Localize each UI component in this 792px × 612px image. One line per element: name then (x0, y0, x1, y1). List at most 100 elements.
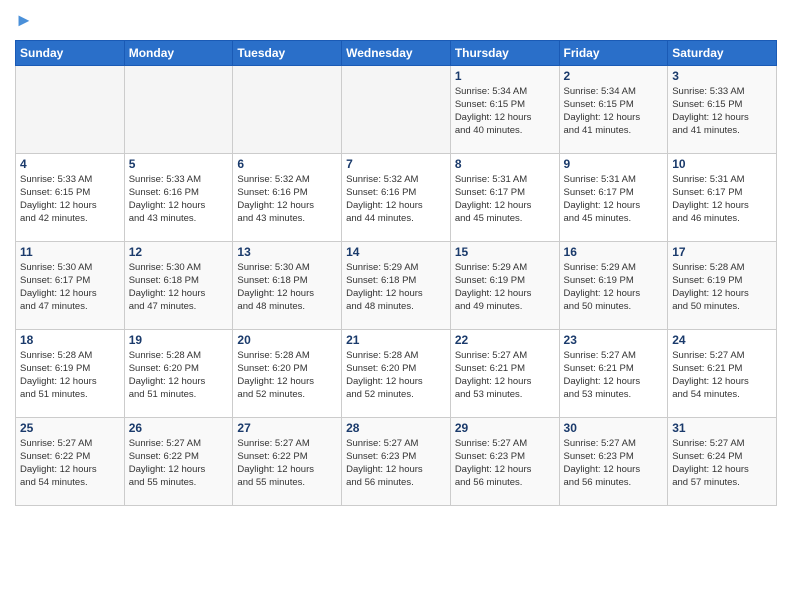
day-info: Sunrise: 5:29 AM Sunset: 6:19 PM Dayligh… (564, 261, 664, 314)
calendar-cell: 12 Sunrise: 5:30 AM Sunset: 6:18 PM Dayli… (124, 241, 233, 329)
day-info: Sunrise: 5:34 AM Sunset: 6:15 PM Dayligh… (455, 85, 555, 138)
calendar-header-tuesday: Tuesday (233, 40, 342, 65)
calendar-header-thursday: Thursday (450, 40, 559, 65)
day-info: Sunrise: 5:29 AM Sunset: 6:18 PM Dayligh… (346, 261, 446, 314)
day-number: 2 (564, 69, 664, 83)
day-number: 16 (564, 245, 664, 259)
day-number: 1 (455, 69, 555, 83)
calendar-cell: 2 Sunrise: 5:34 AM Sunset: 6:15 PM Daylig… (559, 65, 668, 153)
day-info: Sunrise: 5:27 AM Sunset: 6:22 PM Dayligh… (237, 437, 337, 490)
day-info: Sunrise: 5:32 AM Sunset: 6:16 PM Dayligh… (237, 173, 337, 226)
calendar-cell: 17 Sunrise: 5:28 AM Sunset: 6:19 PM Dayli… (668, 241, 777, 329)
calendar-cell: 8 Sunrise: 5:31 AM Sunset: 6:17 PM Daylig… (450, 153, 559, 241)
day-number: 20 (237, 333, 337, 347)
calendar-cell: 18 Sunrise: 5:28 AM Sunset: 6:19 PM Dayli… (16, 329, 125, 417)
calendar-cell: 27 Sunrise: 5:27 AM Sunset: 6:22 PM Dayli… (233, 417, 342, 505)
calendar-cell: 1 Sunrise: 5:34 AM Sunset: 6:15 PM Daylig… (450, 65, 559, 153)
day-number: 4 (20, 157, 120, 171)
calendar-cell: 26Sunrise: 5:27 AM Sunset: 6:22 PM Dayli… (124, 417, 233, 505)
calendar-week-row: 4 Sunrise: 5:33 AM Sunset: 6:15 PM Daylig… (16, 153, 777, 241)
calendar-week-row: 11 Sunrise: 5:30 AM Sunset: 6:17 PM Dayli… (16, 241, 777, 329)
day-info: Sunrise: 5:32 AM Sunset: 6:16 PM Dayligh… (346, 173, 446, 226)
day-info: Sunrise: 5:27 AM Sunset: 6:22 PM Dayligh… (20, 437, 120, 490)
day-number: 26 (129, 421, 229, 435)
day-info: Sunrise: 5:30 AM Sunset: 6:18 PM Dayligh… (237, 261, 337, 314)
calendar-cell: 24Sunrise: 5:27 AM Sunset: 6:21 PM Dayli… (668, 329, 777, 417)
day-number: 13 (237, 245, 337, 259)
day-info: Sunrise: 5:27 AM Sunset: 6:21 PM Dayligh… (564, 349, 664, 402)
calendar-cell: 15Sunrise: 5:29 AM Sunset: 6:19 PM Dayli… (450, 241, 559, 329)
calendar-cell: 9Sunrise: 5:31 AM Sunset: 6:17 PM Daylig… (559, 153, 668, 241)
day-number: 15 (455, 245, 555, 259)
day-number: 22 (455, 333, 555, 347)
calendar-cell: 20 Sunrise: 5:28 AM Sunset: 6:20 PM Dayli… (233, 329, 342, 417)
day-number: 23 (564, 333, 664, 347)
calendar-cell (124, 65, 233, 153)
day-number: 30 (564, 421, 664, 435)
day-number: 14 (346, 245, 446, 259)
calendar-cell: 28 Sunrise: 5:27 AM Sunset: 6:23 PM Dayli… (342, 417, 451, 505)
calendar-cell: 4 Sunrise: 5:33 AM Sunset: 6:15 PM Daylig… (16, 153, 125, 241)
calendar-cell: 22 Sunrise: 5:27 AM Sunset: 6:21 PM Dayli… (450, 329, 559, 417)
calendar-cell: 7 Sunrise: 5:32 AM Sunset: 6:16 PM Daylig… (342, 153, 451, 241)
calendar-cell: 11 Sunrise: 5:30 AM Sunset: 6:17 PM Dayli… (16, 241, 125, 329)
calendar-cell: 19 Sunrise: 5:28 AM Sunset: 6:20 PM Dayli… (124, 329, 233, 417)
day-number: 17 (672, 245, 772, 259)
calendar-cell: 13 Sunrise: 5:30 AM Sunset: 6:18 PM Dayli… (233, 241, 342, 329)
day-number: 8 (455, 157, 555, 171)
calendar-cell (342, 65, 451, 153)
day-number: 27 (237, 421, 337, 435)
day-info: Sunrise: 5:33 AM Sunset: 6:15 PM Dayligh… (20, 173, 120, 226)
calendar-cell: 23 Sunrise: 5:27 AM Sunset: 6:21 PM Dayli… (559, 329, 668, 417)
calendar-header-wednesday: Wednesday (342, 40, 451, 65)
day-number: 21 (346, 333, 446, 347)
day-number: 18 (20, 333, 120, 347)
calendar-page: ► SundayMondayTuesdayWednesdayThursdayFr… (0, 0, 792, 612)
day-info: Sunrise: 5:30 AM Sunset: 6:17 PM Dayligh… (20, 261, 120, 314)
day-info: Sunrise: 5:27 AM Sunset: 6:24 PM Dayligh… (672, 437, 772, 490)
calendar-cell: 21 Sunrise: 5:28 AM Sunset: 6:20 PM Dayli… (342, 329, 451, 417)
calendar-table: SundayMondayTuesdayWednesdayThursdayFrid… (15, 40, 777, 506)
day-info: Sunrise: 5:28 AM Sunset: 6:20 PM Dayligh… (129, 349, 229, 402)
day-number: 31 (672, 421, 772, 435)
day-info: Sunrise: 5:28 AM Sunset: 6:19 PM Dayligh… (20, 349, 120, 402)
day-info: Sunrise: 5:27 AM Sunset: 6:23 PM Dayligh… (564, 437, 664, 490)
day-info: Sunrise: 5:27 AM Sunset: 6:23 PM Dayligh… (346, 437, 446, 490)
calendar-cell: 10 Sunrise: 5:31 AM Sunset: 6:17 PM Dayli… (668, 153, 777, 241)
calendar-week-row: 25 Sunrise: 5:27 AM Sunset: 6:22 PM Dayli… (16, 417, 777, 505)
day-number: 10 (672, 157, 772, 171)
day-number: 12 (129, 245, 229, 259)
day-info: Sunrise: 5:31 AM Sunset: 6:17 PM Dayligh… (672, 173, 772, 226)
calendar-cell: 3Sunrise: 5:33 AM Sunset: 6:15 PM Daylig… (668, 65, 777, 153)
calendar-header-monday: Monday (124, 40, 233, 65)
day-number: 28 (346, 421, 446, 435)
day-info: Sunrise: 5:27 AM Sunset: 6:21 PM Dayligh… (455, 349, 555, 402)
day-info: Sunrise: 5:27 AM Sunset: 6:21 PM Dayligh… (672, 349, 772, 402)
header: ► (15, 10, 777, 32)
day-info: Sunrise: 5:28 AM Sunset: 6:20 PM Dayligh… (237, 349, 337, 402)
calendar-cell: 30 Sunrise: 5:27 AM Sunset: 6:23 PM Dayli… (559, 417, 668, 505)
calendar-cell: 6Sunrise: 5:32 AM Sunset: 6:16 PM Daylig… (233, 153, 342, 241)
day-info: Sunrise: 5:30 AM Sunset: 6:18 PM Dayligh… (129, 261, 229, 314)
calendar-cell: 16 Sunrise: 5:29 AM Sunset: 6:19 PM Dayli… (559, 241, 668, 329)
calendar-header-saturday: Saturday (668, 40, 777, 65)
day-info: Sunrise: 5:33 AM Sunset: 6:16 PM Dayligh… (129, 173, 229, 226)
calendar-cell (16, 65, 125, 153)
calendar-cell: 14 Sunrise: 5:29 AM Sunset: 6:18 PM Dayli… (342, 241, 451, 329)
calendar-header-sunday: Sunday (16, 40, 125, 65)
calendar-cell (233, 65, 342, 153)
day-number: 29 (455, 421, 555, 435)
calendar-cell: 25 Sunrise: 5:27 AM Sunset: 6:22 PM Dayli… (16, 417, 125, 505)
day-number: 5 (129, 157, 229, 171)
day-number: 11 (20, 245, 120, 259)
day-number: 9 (564, 157, 664, 171)
calendar-week-row: 18 Sunrise: 5:28 AM Sunset: 6:19 PM Dayli… (16, 329, 777, 417)
day-info: Sunrise: 5:28 AM Sunset: 6:19 PM Dayligh… (672, 261, 772, 314)
day-info: Sunrise: 5:28 AM Sunset: 6:20 PM Dayligh… (346, 349, 446, 402)
calendar-cell: 31 Sunrise: 5:27 AM Sunset: 6:24 PM Dayli… (668, 417, 777, 505)
day-number: 19 (129, 333, 229, 347)
day-info: Sunrise: 5:31 AM Sunset: 6:17 PM Dayligh… (455, 173, 555, 226)
day-number: 7 (346, 157, 446, 171)
day-number: 25 (20, 421, 120, 435)
day-info: Sunrise: 5:34 AM Sunset: 6:15 PM Dayligh… (564, 85, 664, 138)
